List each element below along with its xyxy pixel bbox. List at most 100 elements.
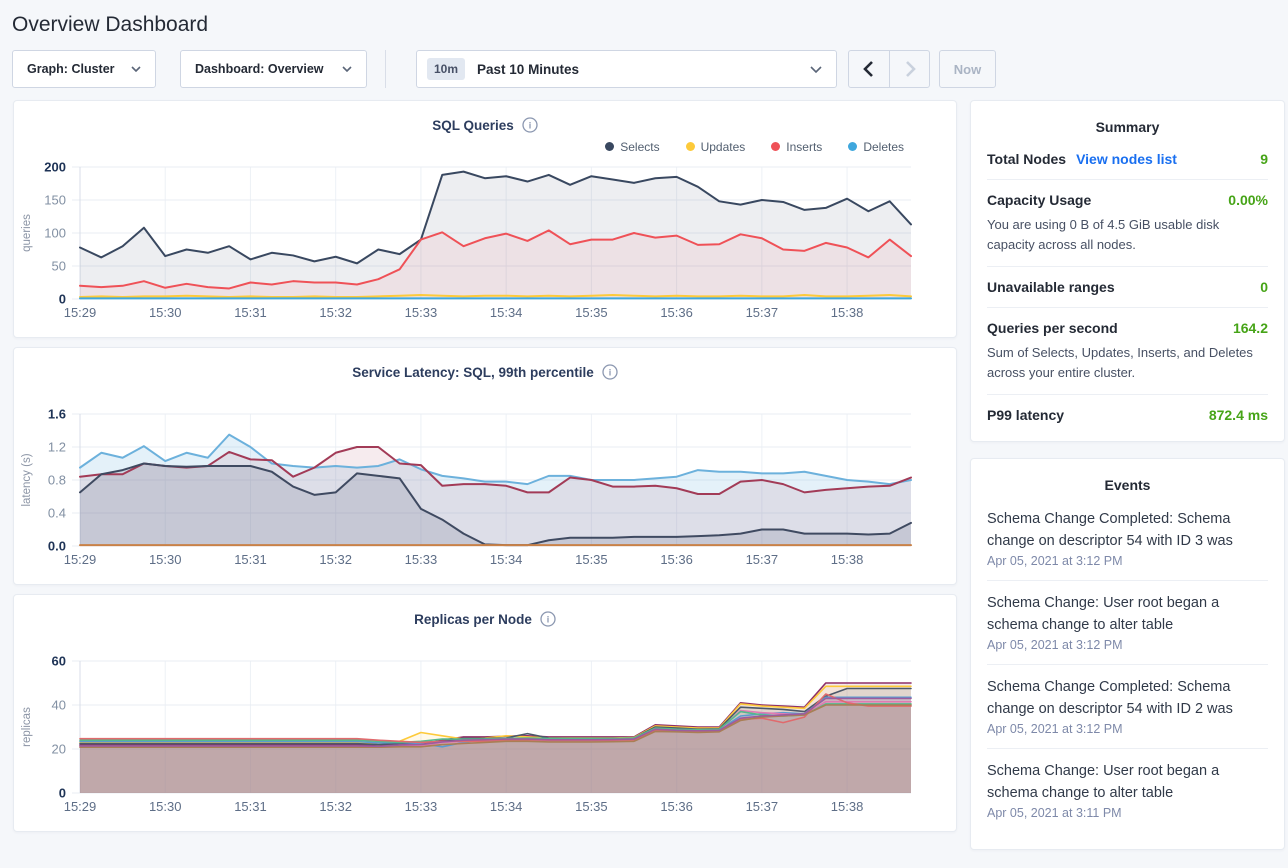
dashboard-dropdown[interactable]: Dashboard: Overview	[180, 50, 367, 88]
summary-desc: Sum of Selects, Updates, Inserts, and De…	[987, 343, 1268, 382]
event-item: Schema Change: User root began a schema …	[987, 580, 1268, 664]
svg-text:15:36: 15:36	[660, 552, 693, 567]
chart-area: 15:2915:3015:3115:3215:3315:3415:3515:36…	[14, 159, 956, 332]
chart-plot[interactable]: 15:2915:3015:3115:3215:3315:3415:3515:36…	[14, 159, 957, 327]
graph-dropdown-label: Graph: Cluster	[27, 62, 115, 76]
svg-text:15:38: 15:38	[831, 305, 864, 320]
svg-text:15:31: 15:31	[234, 799, 267, 814]
next-range-button[interactable]	[889, 51, 929, 87]
svg-text:40: 40	[52, 698, 66, 713]
info-icon[interactable]: i	[602, 364, 618, 380]
legend-label: Inserts	[786, 140, 822, 154]
time-range-label: Past 10 Minutes	[477, 62, 798, 77]
summary-row-head: Unavailable ranges 0	[987, 279, 1268, 295]
svg-text:15:38: 15:38	[831, 799, 864, 814]
summary-card: Summary Total NodesView nodes list9Capac…	[970, 100, 1285, 442]
svg-text:200: 200	[44, 160, 66, 175]
chart-title: Service Latency: SQL, 99th percentile i	[14, 348, 956, 381]
svg-text:15:33: 15:33	[405, 305, 438, 320]
svg-text:15:30: 15:30	[149, 305, 182, 320]
svg-text:15:33: 15:33	[405, 799, 438, 814]
summary-label: Unavailable ranges	[987, 279, 1115, 295]
chart-area: 15:2915:3015:3115:3215:3315:3415:3515:36…	[14, 653, 956, 826]
chart-title-text: Service Latency: SQL, 99th percentile	[352, 365, 594, 380]
now-button[interactable]: Now	[939, 50, 996, 88]
page-title: Overview Dashboard	[0, 0, 1288, 37]
chart-plot[interactable]: 15:2915:3015:3115:3215:3315:3415:3515:36…	[14, 406, 957, 574]
svg-text:15:37: 15:37	[746, 799, 779, 814]
chevron-left-icon	[861, 59, 877, 79]
svg-text:15:35: 15:35	[575, 799, 608, 814]
svg-text:1.6: 1.6	[48, 407, 66, 422]
summary-row: Capacity Usage0.00%You are using 0 B of …	[987, 179, 1268, 266]
prev-range-button[interactable]	[849, 51, 889, 87]
svg-text:15:29: 15:29	[64, 552, 97, 567]
legend-swatch	[605, 142, 614, 151]
summary-row: Unavailable ranges 0	[987, 266, 1268, 307]
events-card: Events Schema Change Completed: Schema c…	[970, 458, 1285, 850]
svg-text:60: 60	[52, 654, 66, 669]
legend-item: Updates	[686, 140, 746, 154]
summary-row-head: P99 latency872.4 ms	[987, 407, 1268, 423]
time-range-picker[interactable]: 10m Past 10 Minutes	[416, 50, 837, 88]
legend-label: Updates	[701, 140, 746, 154]
svg-text:15:38: 15:38	[831, 552, 864, 567]
svg-text:15:32: 15:32	[319, 552, 352, 567]
svg-text:15:30: 15:30	[149, 552, 182, 567]
event-time: Apr 05, 2021 at 3:12 PM	[987, 722, 1268, 736]
legend	[14, 628, 956, 653]
event-text: Schema Change Completed: Schema change o…	[987, 676, 1268, 720]
time-range-badge: 10m	[427, 58, 465, 80]
summary-value: 0.00%	[1228, 192, 1268, 208]
summary-value: 0	[1260, 279, 1268, 295]
graph-dropdown[interactable]: Graph: Cluster	[12, 50, 156, 88]
event-text: Schema Change: User root began a schema …	[987, 760, 1268, 804]
legend-item: Selects	[605, 140, 659, 154]
legend-item: Inserts	[771, 140, 822, 154]
svg-text:15:34: 15:34	[490, 305, 523, 320]
svg-text:15:29: 15:29	[64, 305, 97, 320]
chart-area: 15:2915:3015:3115:3215:3315:3415:3515:36…	[14, 406, 956, 579]
summary-label: Capacity Usage	[987, 192, 1091, 208]
svg-text:latency (s): latency (s)	[21, 453, 33, 506]
legend-swatch	[848, 142, 857, 151]
svg-text:15:35: 15:35	[575, 552, 608, 567]
svg-text:1.2: 1.2	[48, 440, 66, 455]
legend-swatch	[686, 142, 695, 151]
event-time: Apr 05, 2021 at 3:12 PM	[987, 554, 1268, 568]
summary-row: P99 latency872.4 ms	[987, 394, 1268, 435]
svg-text:20: 20	[52, 742, 66, 757]
legend-label: Selects	[620, 140, 659, 154]
event-time: Apr 05, 2021 at 3:11 PM	[987, 806, 1268, 820]
service-latency-chart-card: Service Latency: SQL, 99th percentile i …	[13, 347, 957, 585]
view-nodes-link[interactable]: View nodes list	[1076, 151, 1177, 167]
svg-text:15:34: 15:34	[490, 799, 523, 814]
summary-value: 9	[1260, 151, 1268, 167]
legend-item: Deletes	[848, 140, 904, 154]
dashboard-dropdown-label: Dashboard: Overview	[195, 62, 324, 76]
svg-text:0: 0	[59, 292, 66, 307]
svg-text:15:37: 15:37	[746, 305, 779, 320]
toolbar-divider	[385, 50, 386, 88]
event-item: Schema Change Completed: Schema change o…	[987, 664, 1268, 748]
svg-text:15:33: 15:33	[405, 552, 438, 567]
svg-text:i: i	[529, 121, 532, 131]
info-icon[interactable]: i	[522, 117, 538, 133]
dashboard-main: SQL Queries i SelectsUpdatesInsertsDelet…	[13, 100, 1288, 850]
svg-text:15:29: 15:29	[64, 799, 97, 814]
summary-title: Summary	[971, 101, 1284, 139]
svg-text:15:37: 15:37	[746, 552, 779, 567]
time-range-arrows	[848, 50, 930, 88]
summary-value: 164.2	[1233, 320, 1268, 336]
event-text: Schema Change Completed: Schema change o…	[987, 508, 1268, 552]
chevron-down-icon	[342, 66, 352, 72]
summary-label: P99 latency	[987, 407, 1064, 423]
svg-text:i: i	[609, 368, 612, 378]
info-icon[interactable]: i	[540, 611, 556, 627]
legend: Selects Updates Inserts Deletes	[14, 134, 956, 159]
legend-label: Deletes	[863, 140, 904, 154]
svg-text:15:34: 15:34	[490, 552, 523, 567]
chevron-right-icon	[902, 59, 918, 79]
chart-plot[interactable]: 15:2915:3015:3115:3215:3315:3415:3515:36…	[14, 653, 957, 821]
svg-text:0.4: 0.4	[48, 506, 66, 521]
